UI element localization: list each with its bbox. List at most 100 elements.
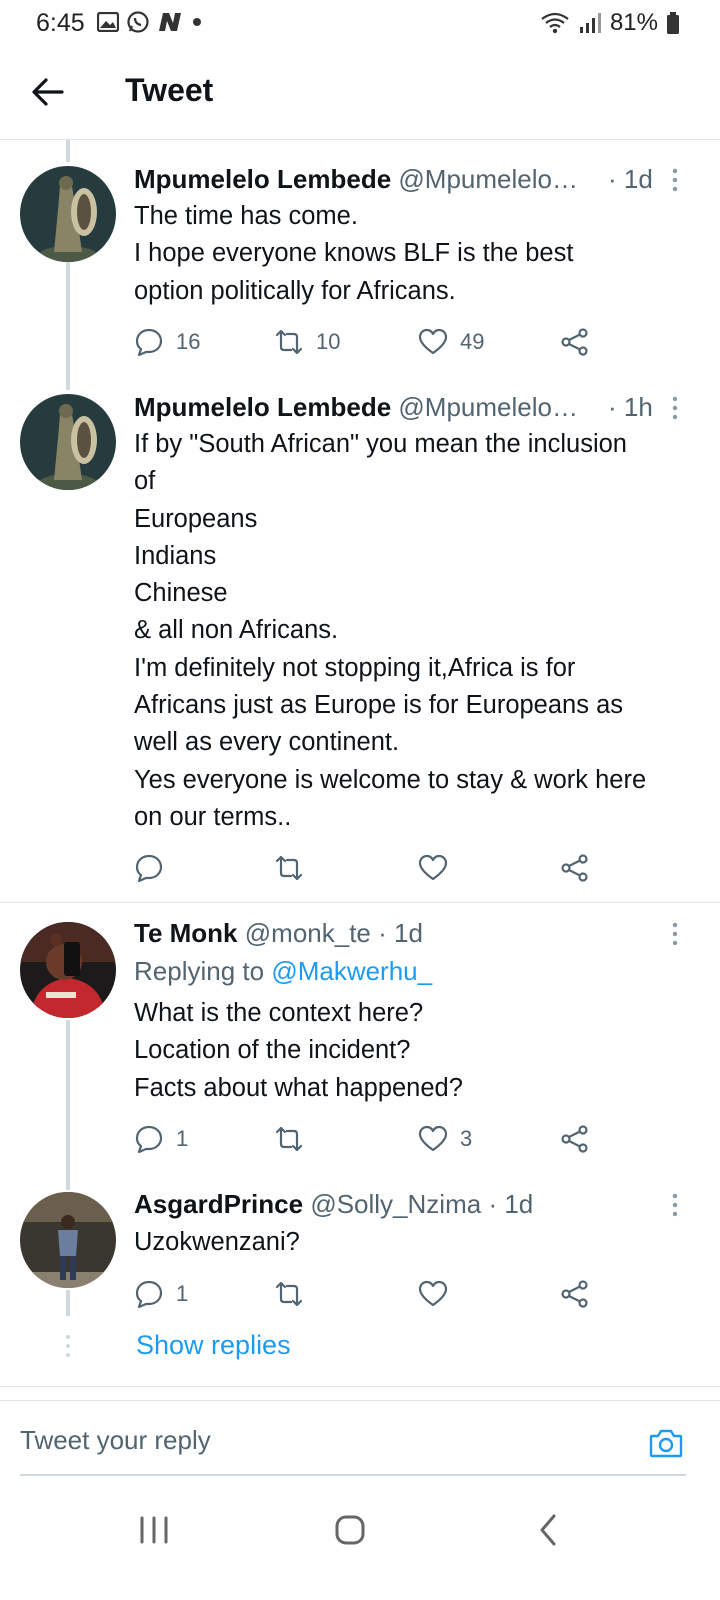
thread-line (66, 1020, 70, 1190)
avatar[interactable] (20, 394, 116, 490)
retweet-button[interactable] (274, 1121, 316, 1157)
share-button[interactable] (560, 1121, 590, 1157)
tweet-text: What is the context here? Location of th… (134, 999, 463, 1102)
dot-icon (193, 18, 201, 26)
author-handle[interactable]: @Mpumelelo… (398, 392, 578, 422)
reply-button[interactable]: 1 (134, 1121, 188, 1157)
tweet-text: Uzokwenzani? (134, 1228, 300, 1256)
tweet-time: · 1d (378, 918, 423, 948)
retweet-icon (275, 329, 303, 355)
battery-percent: 81% (609, 9, 658, 36)
tweet-header: Mpumelelo Lembede @Mpumelelo… (134, 164, 578, 195)
recent-apps-icon[interactable] (134, 1510, 174, 1550)
avatar[interactable] (20, 166, 116, 262)
divider (0, 902, 720, 903)
retweet-icon (275, 1126, 303, 1152)
share-button[interactable] (560, 1276, 590, 1312)
heart-icon (418, 1125, 448, 1152)
avatar[interactable] (20, 1192, 116, 1288)
tweet-header: AsgardPrince @Solly_Nzima · 1d (134, 1189, 533, 1220)
tweet-actions: 16 10 49 (134, 324, 604, 360)
top-app-bar: Tweet (0, 46, 720, 140)
replying-to: Replying to @Makwerhu_ (134, 956, 433, 986)
share-icon (561, 328, 588, 356)
retweet-count: 10 (316, 329, 341, 354)
share-icon (561, 1125, 588, 1153)
heart-icon (418, 854, 448, 881)
tweet-time: · 1d (608, 164, 653, 194)
gallery-icon (97, 12, 119, 32)
thread-line (66, 262, 70, 390)
author-name[interactable]: Te Monk (134, 918, 238, 948)
thread-line (66, 1290, 70, 1316)
tweet-header: Te Monk @monk_te · 1d (134, 918, 423, 949)
share-icon (561, 1280, 588, 1308)
share-icon (561, 854, 588, 882)
like-count: 3 (460, 1126, 473, 1151)
tweet-text: The time has come. I hope everyone knows… (134, 202, 574, 305)
author-handle[interactable]: @monk_te (245, 918, 371, 948)
reply-icon (135, 1280, 163, 1309)
reply-icon (135, 1125, 163, 1154)
status-time: 6:45 (36, 9, 85, 37)
reply-count: 1 (176, 1281, 189, 1306)
more-options-icon[interactable] (670, 921, 680, 947)
tweet-time: · 1d (488, 1189, 534, 1219)
signal-icon (579, 13, 601, 33)
author-name[interactable]: Mpumelelo Lembede (134, 392, 391, 422)
retweet-icon (275, 855, 303, 881)
like-button[interactable] (418, 1276, 460, 1312)
back-arrow-icon[interactable] (30, 74, 66, 110)
whatsapp-icon (127, 11, 149, 33)
home-icon[interactable] (330, 1510, 370, 1550)
more-options-icon[interactable] (670, 1192, 680, 1218)
retweet-button[interactable] (274, 850, 316, 886)
tweet-actions: 1 3 (134, 1121, 604, 1157)
reply-button[interactable] (134, 850, 176, 886)
tweet-actions (134, 850, 604, 886)
avatar[interactable] (20, 922, 116, 1018)
camera-icon[interactable] (648, 1425, 684, 1461)
reply-input-underline (20, 1474, 686, 1476)
thread-line (66, 140, 70, 162)
like-button[interactable] (418, 850, 460, 886)
battery-icon (667, 12, 679, 34)
author-name[interactable]: Mpumelelo Lembede (134, 164, 391, 194)
divider (0, 1386, 720, 1387)
reply-count: 16 (176, 329, 201, 354)
reply-composer: Tweet your reply (0, 1400, 720, 1480)
reply-icon (135, 854, 163, 883)
tweet-actions: 1 (134, 1276, 604, 1312)
retweet-icon (275, 1281, 303, 1307)
tweet-header: Mpumelelo Lembede @Mpumelelo… (134, 392, 578, 423)
status-bar: 6:45 81% (0, 0, 720, 46)
system-navigation-bar (0, 1480, 720, 1600)
reply-count: 1 (176, 1126, 189, 1151)
back-nav-icon[interactable] (528, 1510, 568, 1550)
heart-icon (418, 328, 448, 355)
tweet-text: If by "South African" you mean the inclu… (134, 430, 647, 831)
more-options-icon[interactable] (670, 395, 680, 421)
share-button[interactable] (560, 850, 590, 886)
retweet-button[interactable]: 10 (274, 324, 340, 360)
show-replies-link[interactable]: Show replies (136, 1330, 291, 1361)
like-button[interactable]: 3 (418, 1121, 472, 1157)
n-app-icon (159, 13, 181, 31)
like-button[interactable]: 49 (418, 324, 484, 360)
reply-button[interactable]: 16 (134, 324, 200, 360)
like-count: 49 (460, 329, 485, 354)
heart-icon (418, 1280, 448, 1307)
retweet-button[interactable] (274, 1276, 316, 1312)
page-title: Tweet (125, 72, 214, 108)
reply-input[interactable]: Tweet your reply (20, 1425, 211, 1456)
mention-link[interactable]: @Makwerhu_ (271, 956, 432, 986)
more-options-icon[interactable] (670, 167, 680, 193)
thread-dots-icon (66, 1335, 70, 1357)
wifi-icon (541, 12, 569, 34)
author-handle[interactable]: @Solly_Nzima (310, 1189, 481, 1219)
tweet-time: · 1h (608, 392, 653, 422)
reply-button[interactable]: 1 (134, 1276, 188, 1312)
author-name[interactable]: AsgardPrince (134, 1189, 303, 1219)
share-button[interactable] (560, 324, 590, 360)
author-handle[interactable]: @Mpumelelo… (398, 164, 578, 194)
